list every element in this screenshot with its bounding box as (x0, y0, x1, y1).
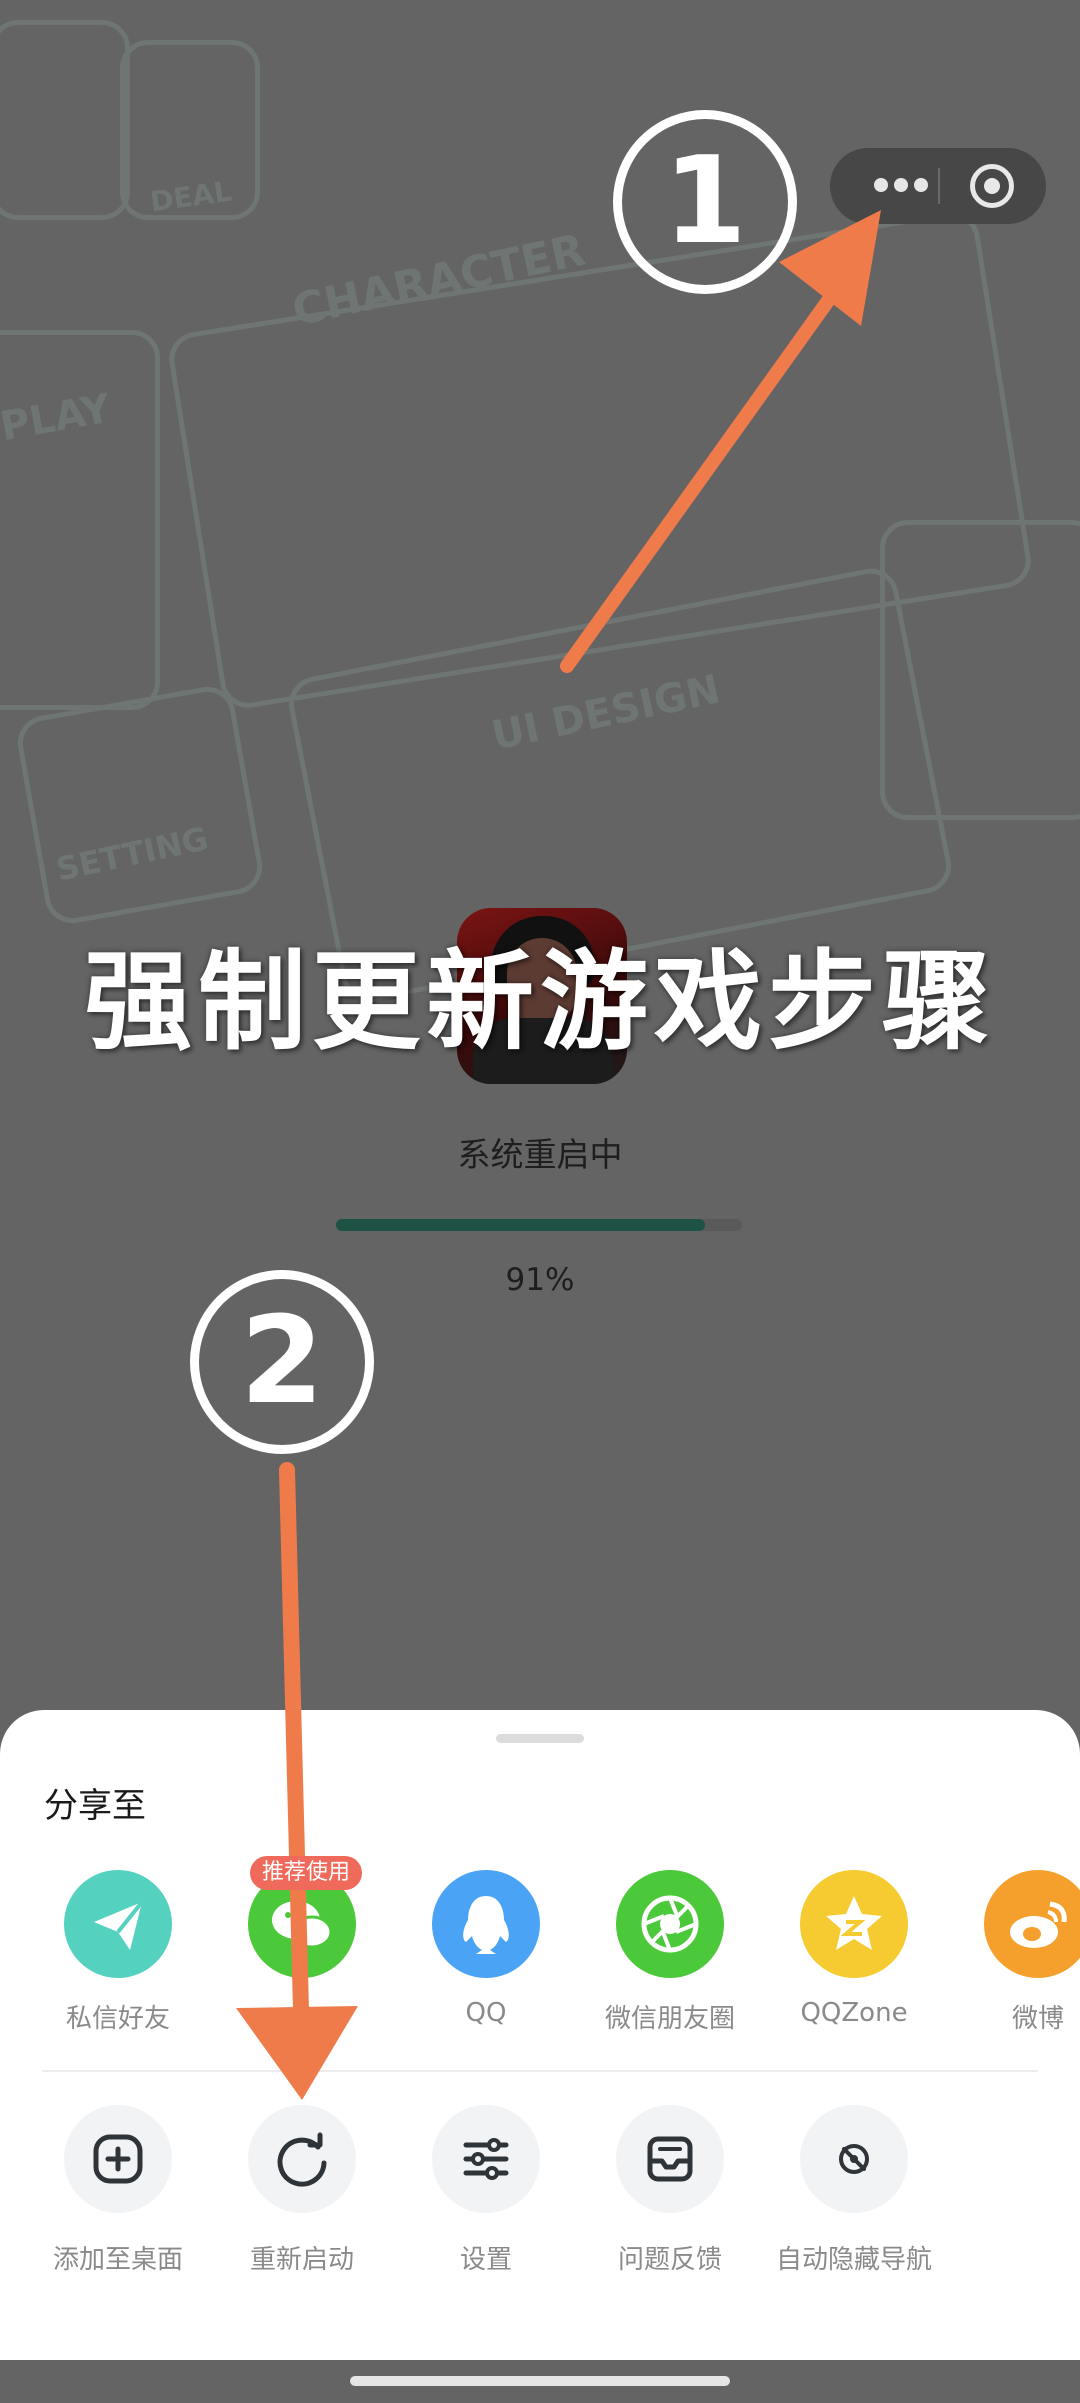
share-title: 分享至 (44, 1786, 146, 1826)
capsule-menu (830, 148, 1046, 224)
recommend-badge: 推荐使用 (250, 1856, 363, 1890)
share-label: QQZone (800, 1998, 908, 2028)
bg-card (880, 520, 1080, 820)
plus-square-icon (64, 2105, 172, 2213)
target-circle-icon[interactable] (970, 164, 1014, 208)
auto-hide-nav-button[interactable]: 自动隐藏导航 (762, 2105, 946, 2276)
step-2-marker: 2 (190, 1270, 374, 1454)
tutorial-headline: 强制更新游戏步骤 (83, 940, 996, 1065)
action-row: 添加至桌面 重新启动 设置 问题反馈 自动隐藏导航 (0, 2105, 1080, 2295)
restart-icon (248, 2105, 356, 2213)
capsule-divider (938, 168, 940, 204)
sheet-handle[interactable] (496, 1734, 584, 1743)
add-to-desktop-button[interactable]: 添加至桌面 (26, 2105, 210, 2276)
bg-card (13, 682, 267, 928)
game-background: CHARACTER UI DESIGN DEAL PLAY SETTING (0, 0, 1080, 1720)
qzone-star-icon (800, 1870, 908, 1978)
moments-aperture-icon (616, 1870, 724, 1978)
progress-percent: 91% (505, 1262, 575, 1298)
action-label: 问题反馈 (617, 2245, 722, 2275)
loading-status: 系统重启中 (457, 1135, 623, 1174)
share-label: 微信朋友圈 (604, 2004, 735, 2034)
progress-bar (336, 1219, 742, 1231)
action-label: 添加至桌面 (52, 2245, 183, 2275)
feedback-icon (616, 2105, 724, 2213)
action-label: 自动隐藏导航 (775, 2245, 932, 2275)
action-label: 设置 (459, 2245, 512, 2275)
share-label: 私信好友 (65, 2004, 170, 2034)
share-item-qqzone[interactable]: QQZone (762, 1870, 946, 2028)
action-label: 重新启动 (249, 2245, 354, 2275)
share-item-private-message[interactable]: 私信好友 (26, 1870, 210, 2035)
share-label: QQ (465, 1998, 507, 2028)
qq-penguin-icon (432, 1870, 540, 1978)
share-row: 私信好友 QQ 微信朋友圈 QQZone 微博 (0, 1870, 1080, 2040)
share-item-weibo[interactable]: 微博 (946, 1870, 1080, 2035)
weibo-icon (984, 1870, 1080, 1978)
step-1-marker: 1 (613, 110, 797, 294)
sliders-icon (432, 2105, 540, 2213)
eye-off-icon (800, 2105, 908, 2213)
bg-card (0, 20, 130, 220)
sheet-divider (42, 2070, 1038, 2072)
paper-plane-icon (64, 1870, 172, 1978)
more-dots-icon[interactable] (872, 176, 932, 196)
share-label: 微博 (1011, 2004, 1064, 2034)
share-item-moments[interactable]: 微信朋友圈 (578, 1870, 762, 2035)
restart-button[interactable]: 重新启动 (210, 2105, 394, 2276)
share-sheet: 分享至 推荐使用 私信好友 QQ 微信朋友圈 QQZone 微博 添加至桌面 重… (0, 1710, 1080, 2360)
feedback-button[interactable]: 问题反馈 (578, 2105, 762, 2276)
progress-fill (336, 1219, 706, 1231)
home-indicator[interactable] (350, 2376, 730, 2386)
settings-button[interactable]: 设置 (394, 2105, 578, 2276)
bg-card (0, 330, 160, 710)
share-item-qq[interactable]: QQ (394, 1870, 578, 2028)
